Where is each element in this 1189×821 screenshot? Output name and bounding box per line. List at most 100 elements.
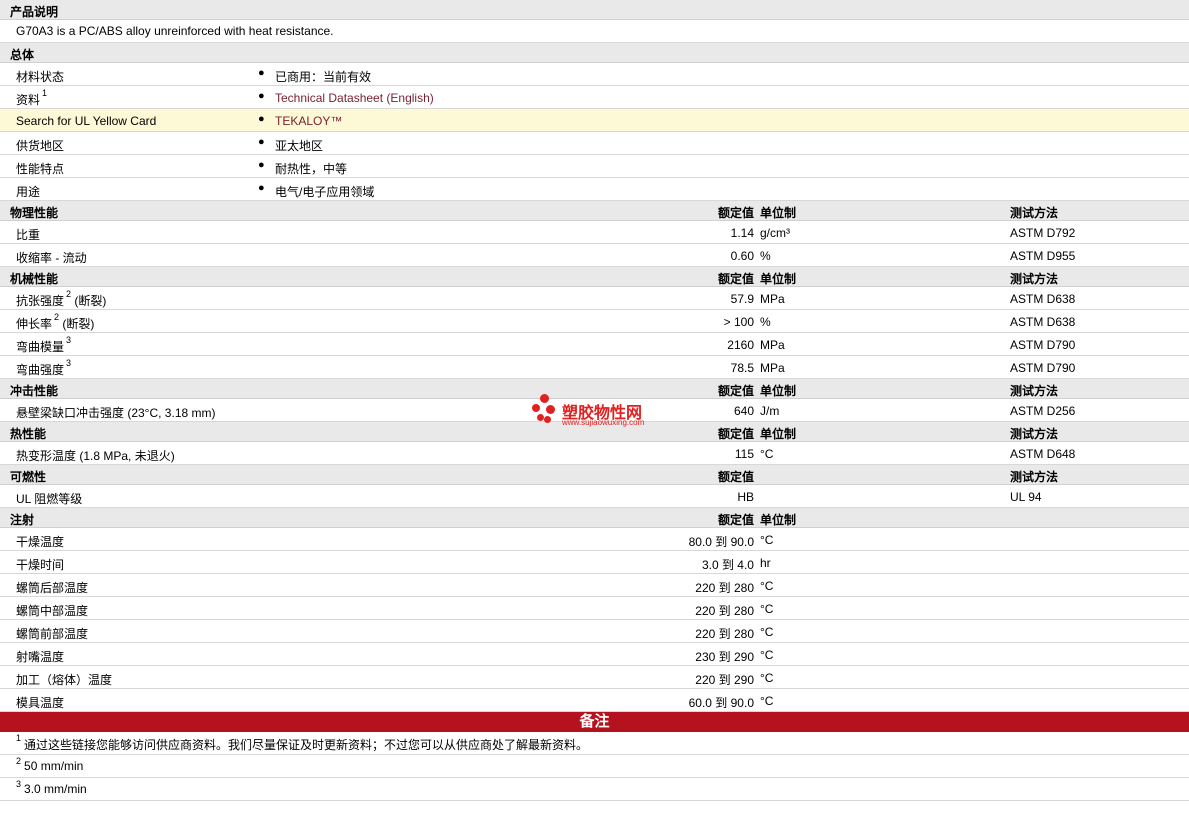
property-label-suffix: (断裂) (71, 294, 107, 308)
property-label-text: 资料 (16, 93, 41, 107)
flammability-row: UL 阻燃等级 HB UL 94 (0, 485, 1189, 508)
general-row: Search for UL Yellow Card ● TEKALOY™ (0, 109, 1189, 132)
nominal-value: 78.5 (730, 361, 754, 375)
nominal-value: 230 到 290 (695, 650, 754, 664)
note-number: 1 (16, 733, 22, 743)
property-label: 伸长率 2 (断裂) (16, 312, 95, 332)
property-label: 弯曲模量 3 (16, 335, 72, 355)
header-method: 测试方法 (1010, 470, 1059, 484)
header-unit: 单位制 (760, 206, 797, 220)
unit-value: % (760, 249, 771, 263)
test-method: ASTM D648 (1010, 447, 1076, 461)
unit-value: °C (760, 579, 774, 593)
note-text: 2 50 mm/min (14, 756, 83, 773)
bullet-icon: ● (258, 90, 265, 102)
unit-value: MPa (760, 361, 785, 375)
property-label-text: UL 阻燃等级 (16, 492, 83, 506)
injection-row: 干燥时间 3.0 到 4.0 hr (0, 551, 1189, 574)
section-title: 机械性能 (10, 272, 59, 286)
general-row: 资料 1 ● Technical Datasheet (English) (0, 86, 1189, 109)
note-number: 2 (16, 756, 22, 766)
property-label-text: 材料状态 (16, 70, 65, 84)
note-row: 2 50 mm/min (0, 755, 1189, 778)
injection-row: 螺筒前部温度 220 到 280 °C (0, 620, 1189, 643)
note-row: 1 通过这些链接您能够访问供应商资料。我们尽量保证及时更新资料；不过您可以从供应商… (0, 732, 1189, 755)
property-label: 抗张强度 2 (断裂) (16, 289, 107, 309)
section-title: 产品说明 (10, 5, 59, 19)
unit-value: hr (760, 556, 771, 570)
property-label-text: 模具温度 (16, 696, 65, 710)
header-method: 测试方法 (1010, 384, 1059, 398)
product-description-row: G70A3 is a PC/ABS alloy unreinforced wit… (0, 20, 1189, 43)
header-method: 测试方法 (1010, 427, 1059, 441)
property-label-text: 悬壁梁缺口冲击强度 (23°C, 3.18 mm) (16, 406, 216, 420)
property-value: 耐热性，中等 (275, 162, 348, 176)
nominal-value: 220 到 280 (695, 627, 754, 641)
nominal-value: 1.14 (730, 226, 754, 240)
nominal-value: 220 到 290 (695, 673, 754, 687)
property-label: 资料 1 (16, 88, 47, 108)
note-body: 通过这些链接您能够访问供应商资料。我们尽量保证及时更新资料；不过您可以从供应商处… (24, 738, 589, 752)
property-label-text: 弯曲强度 (16, 363, 65, 377)
header-nominal: 额定值 (717, 427, 754, 441)
watermark-logo: 塑胶物性网 www.sujiaowuxing.com (532, 392, 662, 432)
unit-value: MPa (760, 292, 785, 306)
note-number: 3 (16, 779, 22, 789)
header-unit: 单位制 (760, 427, 797, 441)
section-header-physical: 物理性能 额定值 单位制 测试方法 (0, 201, 1189, 221)
nominal-value: HB (737, 490, 754, 504)
unit-value: °C (760, 625, 774, 639)
injection-row: 螺筒中部温度 220 到 280 °C (0, 597, 1189, 620)
property-label: UL 阻燃等级 (16, 490, 82, 507)
property-label-text: 性能特点 (16, 162, 65, 176)
general-row: 用途 ● 电气/电子应用领域 (0, 178, 1189, 201)
physical-row: 比重 1.14 g/cm³ ASTM D792 (0, 221, 1189, 244)
footnote-ref: 2 (66, 289, 72, 299)
mechanical-row: 弯曲模量 3 2160 MPa ASTM D790 (0, 333, 1189, 356)
injection-row: 干燥温度 80.0 到 90.0 °C (0, 528, 1189, 551)
bullet-icon: ● (258, 159, 265, 171)
property-label: 比重 (16, 226, 40, 243)
property-link[interactable]: TEKALOY™ (275, 114, 342, 128)
test-method: ASTM D792 (1010, 226, 1076, 240)
injection-row: 模具温度 60.0 到 90.0 °C (0, 689, 1189, 712)
section-title: 冲击性能 (10, 384, 59, 398)
property-label: 射嘴温度 (16, 648, 64, 665)
section-title: 总体 (10, 48, 35, 62)
test-method: ASTM D638 (1010, 315, 1076, 329)
property-label: 材料状态 (16, 68, 64, 85)
general-row: 供货地区 ● 亚太地区 (0, 132, 1189, 155)
injection-row: 加工（熔体）温度 220 到 290 °C (0, 666, 1189, 689)
nominal-value: 2160 (727, 338, 754, 352)
property-label-suffix: (断裂) (59, 317, 95, 331)
property-label-text: 干燥温度 (16, 535, 65, 549)
property-label-text: 螺筒前部温度 (16, 627, 89, 641)
nominal-value: 115 (734, 447, 754, 461)
property-label: 模具温度 (16, 694, 64, 711)
injection-row: 射嘴温度 230 到 290 °C (0, 643, 1189, 666)
header-nominal: 额定值 (717, 513, 754, 527)
section-header-general: 总体 (0, 43, 1189, 63)
section-header-injection: 注射 额定值 单位制 (0, 508, 1189, 528)
bullet-icon: ● (258, 113, 265, 125)
footnote-ref: 3 (66, 358, 72, 368)
bullet-icon: ● (258, 182, 265, 194)
property-link[interactable]: Technical Datasheet (English) (275, 91, 434, 105)
property-label: 供货地区 (16, 137, 64, 154)
note-body: 3.0 mm/min (24, 782, 87, 796)
section-title: 注射 (10, 513, 35, 527)
header-nominal: 额定值 (717, 272, 754, 286)
property-label: 用途 (16, 183, 40, 200)
unit-value: MPa (760, 338, 785, 352)
footnote-ref: 3 (66, 335, 72, 345)
test-method: ASTM D790 (1010, 338, 1076, 352)
mechanical-row: 弯曲强度 3 78.5 MPa ASTM D790 (0, 356, 1189, 379)
nominal-value: 57.9 (730, 292, 754, 306)
test-method: ASTM D256 (1010, 404, 1076, 418)
property-label-text: 弯曲模量 (16, 340, 65, 354)
nominal-value: 220 到 280 (695, 604, 754, 618)
property-label-text: 收缩率 - 流动 (16, 251, 87, 265)
header-unit: 单位制 (760, 384, 797, 398)
property-value: 电气/电子应用领域 (275, 185, 375, 199)
watermark-url: www.sujiaowuxing.com (562, 418, 645, 427)
